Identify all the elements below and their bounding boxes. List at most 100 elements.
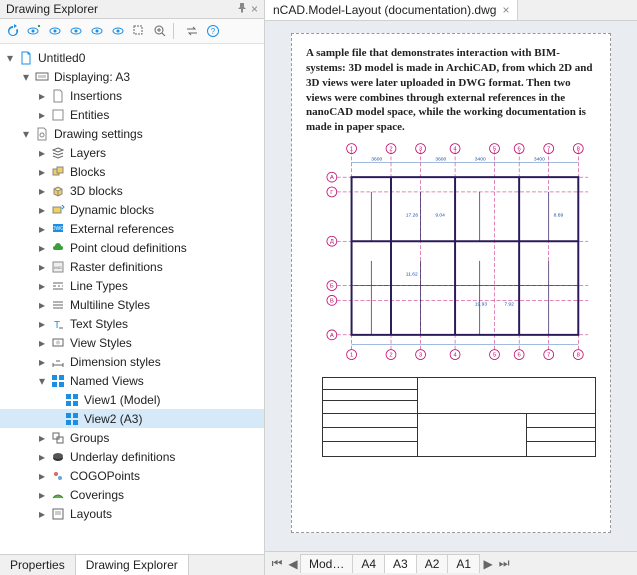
chevron-right-icon[interactable]: ▸ <box>36 204 48 216</box>
svg-text:Г: Г <box>330 190 334 196</box>
layout-tab-bar: ⏮ ◀ Mod… A4 A3 A2 A1 ▶ ⏭ <box>265 551 637 575</box>
chevron-right-icon[interactable]: ▸ <box>36 299 48 311</box>
eye-button-1[interactable] <box>45 21 65 41</box>
cogo-icon <box>50 468 66 484</box>
tab-a1[interactable]: A1 <box>447 554 480 573</box>
chevron-right-icon[interactable]: ▸ <box>36 356 48 368</box>
svg-text:Б: Б <box>330 284 334 290</box>
svg-text:IMG: IMG <box>54 265 62 270</box>
tree-pointcloud[interactable]: ▸ Point cloud definitions <box>0 238 264 257</box>
chevron-right-icon[interactable]: ▸ <box>36 432 48 444</box>
tree-layouts[interactable]: ▸ Layouts <box>0 504 264 523</box>
last-icon[interactable]: ⏭ <box>496 556 512 572</box>
chevron-down-icon[interactable]: ▾ <box>20 71 32 83</box>
close-icon[interactable]: × <box>502 3 509 17</box>
layouts-icon <box>50 506 66 522</box>
viewstyles-icon <box>50 335 66 351</box>
tree-layers[interactable]: ▸ Layers <box>0 143 264 162</box>
document-area: nCAD.Model-Layout (documentation).dwg × … <box>265 0 637 575</box>
eye-button-4[interactable] <box>108 21 128 41</box>
svg-text:8: 8 <box>577 353 581 359</box>
document-tab-bar: nCAD.Model-Layout (documentation).dwg × <box>265 0 637 21</box>
chevron-right-icon[interactable]: ▸ <box>36 147 48 159</box>
drawing-canvas[interactable]: A sample file that demonstrates interact… <box>265 21 637 551</box>
tree-dimstyles[interactable]: ▸ Dimension styles <box>0 352 264 371</box>
svg-text:2: 2 <box>389 147 392 153</box>
document-tab[interactable]: nCAD.Model-Layout (documentation).dwg × <box>265 0 518 20</box>
close-icon[interactable]: × <box>251 2 258 16</box>
tree-displaying[interactable]: ▾ Displaying: A3 <box>0 67 264 86</box>
layers-icon <box>50 145 66 161</box>
first-icon[interactable]: ⏮ <box>269 556 285 572</box>
prev-icon[interactable]: ◀ <box>285 556 301 572</box>
tree-namedviews[interactable]: ▾ Named Views <box>0 371 264 390</box>
tree-mlstyles[interactable]: ▸ Multiline Styles <box>0 295 264 314</box>
tree-xrefs[interactable]: ▸ DWG External references <box>0 219 264 238</box>
refresh-button[interactable] <box>3 21 23 41</box>
tree-viewstyles[interactable]: ▸ View Styles <box>0 333 264 352</box>
chevron-right-icon[interactable]: ▸ <box>36 470 48 482</box>
tree-blocks[interactable]: ▸ Blocks <box>0 162 264 181</box>
tab-drawing-explorer[interactable]: Drawing Explorer <box>76 555 189 575</box>
svg-text:DWG: DWG <box>52 226 64 232</box>
chevron-right-icon[interactable]: ▸ <box>36 451 48 463</box>
chevron-right-icon[interactable]: ▸ <box>36 261 48 273</box>
linetypes-icon <box>50 278 66 294</box>
chevron-down-icon[interactable]: ▾ <box>4 52 16 64</box>
explorer-toolbar: ? <box>0 19 264 44</box>
namedviews-icon <box>50 373 66 389</box>
chevron-right-icon[interactable]: ▸ <box>36 166 48 178</box>
svg-text:Д: Д <box>330 239 334 245</box>
tree-coverings[interactable]: ▸ Coverings <box>0 485 264 504</box>
tab-model[interactable]: Mod… <box>300 554 353 573</box>
chevron-right-icon[interactable]: ▸ <box>36 242 48 254</box>
chevron-right-icon[interactable]: ▸ <box>36 223 48 235</box>
svg-text:1: 1 <box>350 147 353 153</box>
help-button[interactable]: ? <box>203 21 223 41</box>
svg-text:9.04: 9.04 <box>435 213 445 219</box>
swap-button[interactable] <box>182 21 202 41</box>
mlstyles-icon <box>50 297 66 313</box>
eye-plus-button[interactable] <box>24 21 44 41</box>
chevron-right-icon[interactable]: ▸ <box>36 318 48 330</box>
eye-button-3[interactable] <box>87 21 107 41</box>
pin-icon[interactable] <box>237 2 247 16</box>
explorer-tree[interactable]: ▾ Untitled0 ▾ Displaying: A3 ▸ Insertion… <box>0 44 264 554</box>
tab-properties[interactable]: Properties <box>0 555 76 575</box>
tree-linetypes[interactable]: ▸ Line Types <box>0 276 264 295</box>
tree-cogo[interactable]: ▸ COGOPoints <box>0 466 264 485</box>
chevron-right-icon[interactable]: ▸ <box>36 508 48 520</box>
select-button[interactable] <box>129 21 149 41</box>
chevron-down-icon[interactable]: ▾ <box>20 128 32 140</box>
zoom-button[interactable] <box>150 21 170 41</box>
tab-a4[interactable]: A4 <box>352 554 385 573</box>
tree-underlay[interactable]: ▸ Underlay definitions <box>0 447 264 466</box>
tab-a3[interactable]: A3 <box>384 554 417 573</box>
tree-view2-selected[interactable]: View2 (A3) <box>0 409 264 428</box>
tree-view1[interactable]: View1 (Model) <box>0 390 264 409</box>
eye-button-2[interactable] <box>66 21 86 41</box>
tree-insertions[interactable]: ▸ Insertions <box>0 86 264 105</box>
chevron-right-icon[interactable]: ▸ <box>36 337 48 349</box>
tree-entities[interactable]: ▸ Entities <box>0 105 264 124</box>
tree-settings[interactable]: ▾ Drawing settings <box>0 124 264 143</box>
tree-groups[interactable]: ▸ Groups <box>0 428 264 447</box>
chevron-right-icon[interactable]: ▸ <box>36 109 48 121</box>
tab-a2[interactable]: A2 <box>416 554 449 573</box>
tree-dynblocks[interactable]: ▸ Dynamic blocks <box>0 200 264 219</box>
svg-text:3600: 3600 <box>435 156 446 162</box>
view-icon <box>64 392 80 408</box>
svg-text:11.62: 11.62 <box>406 272 418 278</box>
tree-textstyles[interactable]: ▸ T Text Styles <box>0 314 264 333</box>
chevron-right-icon[interactable]: ▸ <box>36 185 48 197</box>
next-icon[interactable]: ▶ <box>480 556 496 572</box>
chevron-right-icon[interactable]: ▸ <box>36 489 48 501</box>
chevron-right-icon[interactable]: ▸ <box>36 280 48 292</box>
tree-3dblocks[interactable]: ▸ 3D blocks <box>0 181 264 200</box>
chevron-right-icon[interactable]: ▸ <box>36 90 48 102</box>
raster-icon: IMG <box>50 259 66 275</box>
svg-text:6: 6 <box>517 147 521 153</box>
chevron-down-icon[interactable]: ▾ <box>36 375 48 387</box>
tree-raster[interactable]: ▸ IMG Raster definitions <box>0 257 264 276</box>
tree-root[interactable]: ▾ Untitled0 <box>0 48 264 67</box>
